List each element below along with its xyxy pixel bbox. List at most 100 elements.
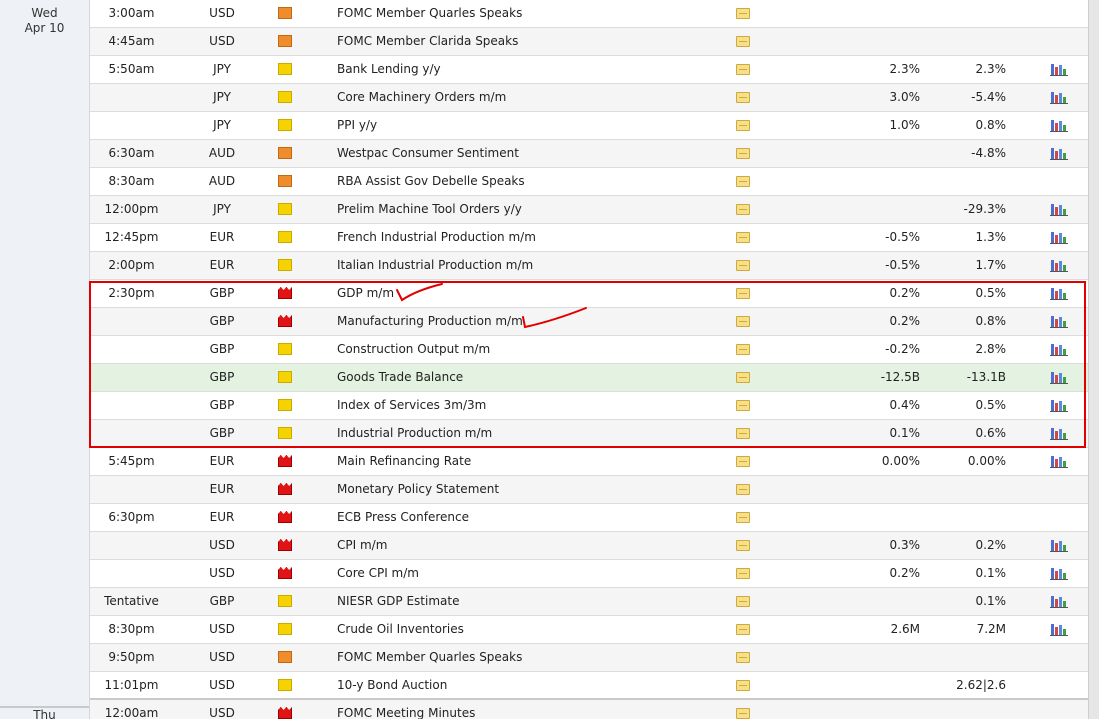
event-title[interactable]: GDP m/m xyxy=(337,280,394,307)
details-folder-icon[interactable] xyxy=(736,316,750,327)
details-folder-icon[interactable] xyxy=(736,708,750,719)
impact-high-icon[interactable] xyxy=(278,455,292,467)
details-folder-icon[interactable] xyxy=(736,484,750,495)
impact-low-icon[interactable] xyxy=(278,371,292,383)
details-folder-icon[interactable] xyxy=(736,64,750,75)
event-title[interactable]: French Industrial Production m/m xyxy=(337,224,536,251)
bar-graph-icon[interactable] xyxy=(1050,342,1068,357)
impact-low-icon[interactable] xyxy=(278,119,292,131)
impact-low-icon[interactable] xyxy=(278,595,292,607)
event-title[interactable]: Core CPI m/m xyxy=(337,560,419,587)
details-folder-icon[interactable] xyxy=(736,260,750,271)
impact-medium-icon[interactable] xyxy=(278,147,292,159)
event-row[interactable]: 2:30pm GBP GDP m/m 0.2% 0.5% xyxy=(90,280,1088,308)
event-row[interactable]: 8:30am AUD RBA Assist Gov Debelle Speaks xyxy=(90,168,1088,196)
bar-graph-icon[interactable] xyxy=(1050,286,1068,301)
details-folder-icon[interactable] xyxy=(736,36,750,47)
event-title[interactable]: Crude Oil Inventories xyxy=(337,616,464,643)
details-folder-icon[interactable] xyxy=(736,512,750,523)
bar-graph-icon[interactable] xyxy=(1050,622,1068,637)
bar-graph-icon[interactable] xyxy=(1050,370,1068,385)
details-folder-icon[interactable] xyxy=(736,400,750,411)
event-title[interactable]: Bank Lending y/y xyxy=(337,56,441,83)
event-row[interactable]: 4:45am USD FOMC Member Clarida Speaks xyxy=(90,28,1088,56)
impact-low-icon[interactable] xyxy=(278,679,292,691)
event-row[interactable]: GBP Index of Services 3m/3m 0.4% 0.5% xyxy=(90,392,1088,420)
event-title[interactable]: Construction Output m/m xyxy=(337,336,490,363)
impact-medium-icon[interactable] xyxy=(278,651,292,663)
details-folder-icon[interactable] xyxy=(736,344,750,355)
event-title[interactable]: Core Machinery Orders m/m xyxy=(337,84,506,111)
event-title[interactable]: FOMC Member Quarles Speaks xyxy=(337,0,522,27)
details-folder-icon[interactable] xyxy=(736,652,750,663)
impact-high-icon[interactable] xyxy=(278,483,292,495)
event-row[interactable]: 8:30pm USD Crude Oil Inventories 2.6M 7.2M xyxy=(90,616,1088,644)
bar-graph-icon[interactable] xyxy=(1050,62,1068,77)
details-folder-icon[interactable] xyxy=(736,624,750,635)
event-title[interactable]: Manufacturing Production m/m xyxy=(337,308,523,335)
event-row[interactable]: USD CPI m/m 0.3% 0.2% xyxy=(90,532,1088,560)
event-row[interactable]: 3:00am USD FOMC Member Quarles Speaks xyxy=(90,0,1088,28)
details-folder-icon[interactable] xyxy=(736,428,750,439)
impact-low-icon[interactable] xyxy=(278,231,292,243)
event-row[interactable]: 6:30am AUD Westpac Consumer Sentiment -4.8% xyxy=(90,140,1088,168)
impact-high-icon[interactable] xyxy=(278,511,292,523)
impact-high-icon[interactable] xyxy=(278,539,292,551)
impact-low-icon[interactable] xyxy=(278,91,292,103)
event-row[interactable]: GBP Manufacturing Production m/m 0.2% 0.8% xyxy=(90,308,1088,336)
impact-medium-icon[interactable] xyxy=(278,35,292,47)
event-title[interactable]: ECB Press Conference xyxy=(337,504,469,531)
impact-low-icon[interactable] xyxy=(278,63,292,75)
impact-low-icon[interactable] xyxy=(278,427,292,439)
event-row[interactable]: Tentative GBP NIESR GDP Estimate 0.1% xyxy=(90,588,1088,616)
bar-graph-icon[interactable] xyxy=(1050,90,1068,105)
event-row[interactable]: 5:45pm EUR Main Refinancing Rate 0.00% 0.00% xyxy=(90,448,1088,476)
details-folder-icon[interactable] xyxy=(736,456,750,467)
impact-high-icon[interactable] xyxy=(278,315,292,327)
details-folder-icon[interactable] xyxy=(736,596,750,607)
bar-graph-icon[interactable] xyxy=(1050,566,1068,581)
bar-graph-icon[interactable] xyxy=(1050,594,1068,609)
bar-graph-icon[interactable] xyxy=(1050,146,1068,161)
details-folder-icon[interactable] xyxy=(736,372,750,383)
bar-graph-icon[interactable] xyxy=(1050,398,1068,413)
event-row[interactable]: GBP Industrial Production m/m 0.1% 0.6% xyxy=(90,420,1088,448)
details-folder-icon[interactable] xyxy=(736,232,750,243)
event-title[interactable]: Main Refinancing Rate xyxy=(337,448,471,475)
bar-graph-icon[interactable] xyxy=(1050,314,1068,329)
event-title[interactable]: 10-y Bond Auction xyxy=(337,672,447,699)
event-row[interactable]: 12:45pm EUR French Industrial Production m… xyxy=(90,224,1088,252)
event-row[interactable]: GBP Goods Trade Balance -12.5B -13.1B xyxy=(90,364,1088,392)
bar-graph-icon[interactable] xyxy=(1050,202,1068,217)
event-row[interactable]: 5:50am JPY Bank Lending y/y 2.3% 2.3% xyxy=(90,56,1088,84)
impact-low-icon[interactable] xyxy=(278,399,292,411)
details-folder-icon[interactable] xyxy=(736,288,750,299)
bar-graph-icon[interactable] xyxy=(1050,538,1068,553)
event-row[interactable]: USD Core CPI m/m 0.2% 0.1% xyxy=(90,560,1088,588)
event-row[interactable]: EUR Monetary Policy Statement xyxy=(90,476,1088,504)
event-row[interactable]: 6:30pm EUR ECB Press Conference xyxy=(90,504,1088,532)
event-title[interactable]: CPI m/m xyxy=(337,532,387,559)
bar-graph-icon[interactable] xyxy=(1050,454,1068,469)
event-title[interactable]: FOMC Meeting Minutes xyxy=(337,700,475,719)
impact-low-icon[interactable] xyxy=(278,623,292,635)
event-row[interactable]: 9:50pm USD FOMC Member Quarles Speaks xyxy=(90,644,1088,672)
event-title[interactable]: Index of Services 3m/3m xyxy=(337,392,486,419)
details-folder-icon[interactable] xyxy=(736,680,750,691)
impact-medium-icon[interactable] xyxy=(278,175,292,187)
details-folder-icon[interactable] xyxy=(736,148,750,159)
details-folder-icon[interactable] xyxy=(736,540,750,551)
event-title[interactable]: Prelim Machine Tool Orders y/y xyxy=(337,196,522,223)
event-row[interactable]: JPY Core Machinery Orders m/m 3.0% -5.4% xyxy=(90,84,1088,112)
event-title[interactable]: Goods Trade Balance xyxy=(337,364,463,391)
event-title[interactable]: PPI y/y xyxy=(337,112,377,139)
details-folder-icon[interactable] xyxy=(736,568,750,579)
impact-low-icon[interactable] xyxy=(278,203,292,215)
event-title[interactable]: RBA Assist Gov Debelle Speaks xyxy=(337,168,525,195)
details-folder-icon[interactable] xyxy=(736,92,750,103)
bar-graph-icon[interactable] xyxy=(1050,230,1068,245)
event-title[interactable]: FOMC Member Quarles Speaks xyxy=(337,644,522,671)
bar-graph-icon[interactable] xyxy=(1050,426,1068,441)
event-row[interactable]: 2:00pm EUR Italian Industrial Production m… xyxy=(90,252,1088,280)
impact-high-icon[interactable] xyxy=(278,707,292,719)
